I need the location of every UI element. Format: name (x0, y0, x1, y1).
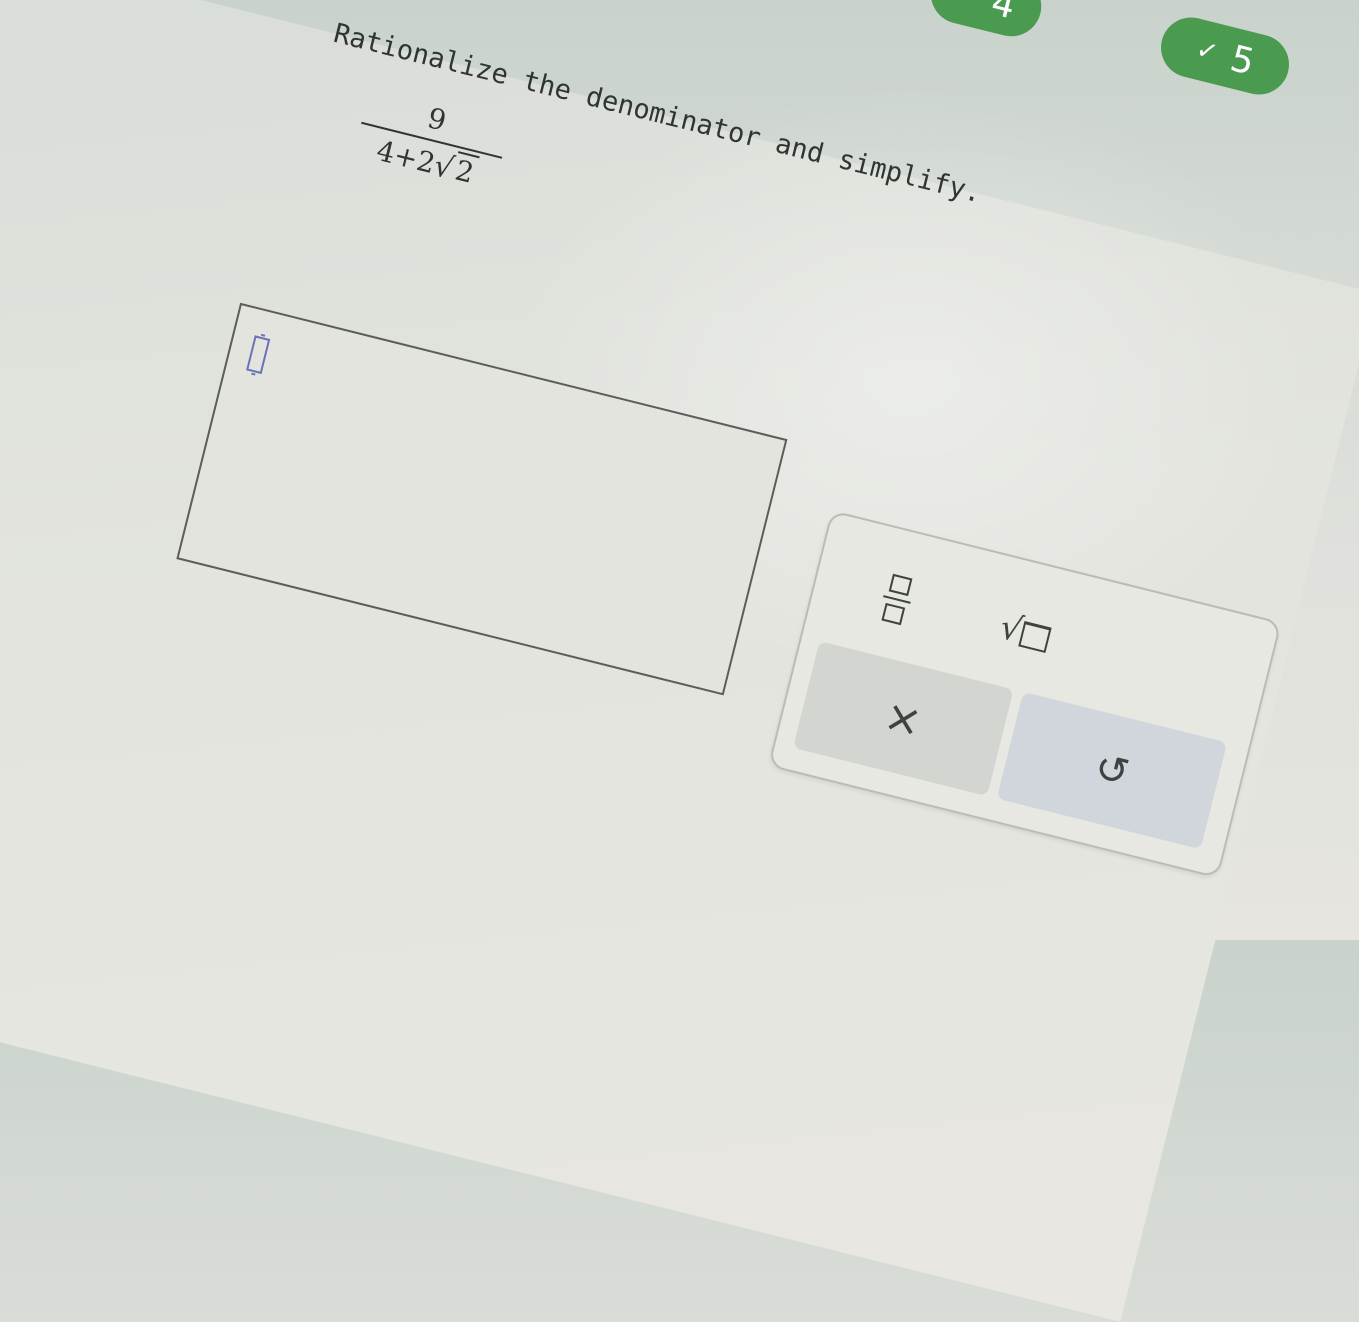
math-expression: 9 4+2 √ 2 (352, 86, 511, 196)
fraction-button[interactable] (845, 555, 949, 645)
answer-input[interactable] (176, 302, 788, 696)
text-cursor-icon (246, 335, 271, 375)
step-number: 5 (1226, 37, 1259, 83)
square-root-button[interactable]: √ (964, 590, 1085, 675)
radical: √ 2 (430, 146, 480, 191)
check-icon: ✓ (1192, 34, 1222, 69)
fraction-template-icon (888, 573, 913, 597)
fraction-template-denominator (881, 602, 906, 626)
progress-step-5[interactable]: ✓ 5 (1154, 11, 1296, 101)
close-icon: × (879, 689, 928, 748)
undo-button[interactable]: ↺ (996, 691, 1228, 850)
check-icon: ✓ (954, 0, 982, 13)
clear-button[interactable]: × (792, 641, 1014, 797)
math-keypad: √ × ↺ (767, 510, 1282, 879)
undo-icon: ↺ (1090, 744, 1134, 797)
square-root-placeholder (1018, 620, 1052, 653)
step-number: 4 (987, 0, 1020, 27)
progress-step-4[interactable]: ✓ 4 (924, 0, 1048, 43)
